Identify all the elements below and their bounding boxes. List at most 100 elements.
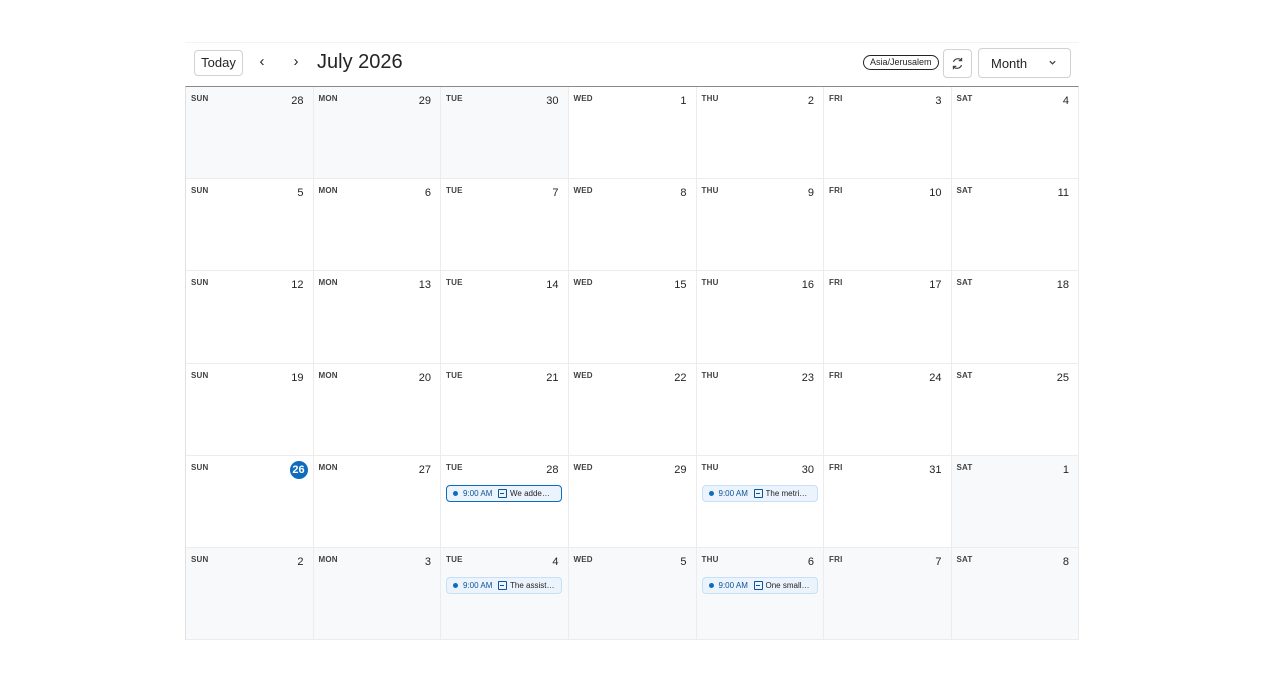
event-chip[interactable]: 9:00 AM One small… xyxy=(701,577,818,594)
date-number[interactable]: 19 xyxy=(291,372,303,384)
day-cell[interactable]: SAT 4 xyxy=(951,87,1079,180)
date-number[interactable]: 1 xyxy=(1063,464,1069,476)
day-cell[interactable]: THU 16 xyxy=(696,271,824,364)
date-number[interactable]: 4 xyxy=(1063,95,1069,107)
date-number[interactable]: 5 xyxy=(297,187,303,199)
weekday-label: WED xyxy=(573,94,593,103)
chevron-left-icon[interactable]: ‹ xyxy=(252,52,272,72)
day-cell[interactable]: WED 29 xyxy=(568,455,697,548)
day-cell[interactable]: TUE 30 xyxy=(441,87,569,180)
date-number[interactable]: 8 xyxy=(680,187,686,199)
day-cell[interactable]: TUE 7 xyxy=(441,179,569,272)
date-number[interactable]: 23 xyxy=(802,372,814,384)
date-number[interactable]: 30 xyxy=(802,464,814,476)
date-number[interactable]: 31 xyxy=(929,464,941,476)
event-title: The assist… xyxy=(510,581,555,590)
date-number[interactable]: 16 xyxy=(802,279,814,291)
date-number[interactable]: 14 xyxy=(546,279,558,291)
date-number[interactable]: 22 xyxy=(674,372,686,384)
day-cell[interactable]: FRI 24 xyxy=(824,363,952,456)
weekday-label: THU xyxy=(701,94,719,103)
day-cell[interactable]: FRI 10 xyxy=(824,179,952,272)
date-number[interactable]: 28 xyxy=(546,464,558,476)
timezone-badge: Asia/Jerusalem xyxy=(863,55,939,70)
date-number[interactable]: 30 xyxy=(546,95,558,107)
day-cell[interactable]: SAT 1 xyxy=(951,455,1079,548)
event-chip[interactable]: 9:00 AM We adde… xyxy=(446,484,562,502)
date-number[interactable]: 20 xyxy=(419,372,431,384)
date-number[interactable]: 18 xyxy=(1057,279,1069,291)
day-cell[interactable]: MON 13 xyxy=(313,271,441,364)
date-number[interactable]: 6 xyxy=(425,187,431,199)
chevron-right-icon[interactable]: › xyxy=(286,52,306,72)
date-number[interactable]: 10 xyxy=(929,187,941,199)
day-cell[interactable]: FRI 7 xyxy=(824,548,952,641)
day-cell[interactable]: SUN 5 xyxy=(186,179,314,272)
day-cell[interactable]: WED 5 xyxy=(568,548,697,641)
day-cell[interactable]: TUE 14 xyxy=(441,271,569,364)
day-cell[interactable]: FRI 3 xyxy=(824,87,952,180)
date-number[interactable]: 1 xyxy=(680,95,686,107)
today-date-number[interactable]: 26 xyxy=(289,460,308,479)
date-number[interactable]: 2 xyxy=(808,95,814,107)
day-cell[interactable]: WED 1 xyxy=(568,87,697,180)
day-cell[interactable]: MON 27 xyxy=(313,455,441,548)
date-number[interactable]: 11 xyxy=(1058,187,1069,199)
date-number[interactable]: 21 xyxy=(546,372,558,384)
day-cell[interactable]: MON 3 xyxy=(313,548,441,641)
date-number[interactable]: 17 xyxy=(929,279,941,291)
day-cell[interactable]: SAT 25 xyxy=(951,363,1079,456)
date-number[interactable]: 27 xyxy=(419,464,431,476)
refresh-button[interactable] xyxy=(943,49,972,78)
day-cell[interactable]: THU 23 xyxy=(696,363,824,456)
date-number[interactable]: 7 xyxy=(552,187,558,199)
day-cell[interactable]: THU 6 9:00 AM One small… xyxy=(696,548,824,641)
day-cell[interactable]: MON 20 xyxy=(313,363,441,456)
date-number[interactable]: 2 xyxy=(297,556,303,568)
date-number[interactable]: 5 xyxy=(680,556,686,568)
day-cell[interactable]: FRI 31 xyxy=(824,455,952,548)
day-cell[interactable]: SUN 12 xyxy=(186,271,314,364)
date-number[interactable]: 6 xyxy=(808,556,814,568)
day-cell[interactable]: THU 2 xyxy=(696,87,824,180)
date-number[interactable]: 3 xyxy=(425,556,431,568)
day-cell[interactable]: WED 22 xyxy=(568,363,697,456)
date-number[interactable]: 4 xyxy=(552,556,558,568)
day-cell[interactable]: WED 15 xyxy=(568,271,697,364)
day-cell[interactable]: TUE 4 9:00 AM The assist… xyxy=(441,548,569,641)
day-cell[interactable]: SAT 8 xyxy=(951,548,1079,641)
day-cell[interactable]: SUN 19 xyxy=(186,363,314,456)
weekday-label: SUN xyxy=(191,186,209,196)
day-cell[interactable]: FRI 17 xyxy=(824,271,952,364)
day-cell[interactable]: TUE 21 xyxy=(441,363,569,456)
date-number[interactable]: 9 xyxy=(808,187,814,199)
day-cell[interactable]: MON 29 xyxy=(313,87,441,180)
date-number[interactable]: 7 xyxy=(935,556,941,568)
date-number[interactable]: 29 xyxy=(419,95,431,107)
weekday-label: FRI xyxy=(829,94,843,103)
date-number[interactable]: 12 xyxy=(291,279,303,291)
date-number[interactable]: 3 xyxy=(935,95,941,107)
event-chip[interactable]: 9:00 AM The assist… xyxy=(446,577,562,594)
day-cell[interactable]: TUE 28 9:00 AM We adde… xyxy=(441,455,569,548)
day-cell[interactable]: SUN 26 xyxy=(186,455,314,548)
date-number[interactable]: 29 xyxy=(674,464,686,476)
date-number[interactable]: 24 xyxy=(929,372,941,384)
event-chip[interactable]: 9:00 AM The metri… xyxy=(701,484,818,502)
date-number[interactable]: 15 xyxy=(674,279,686,291)
day-cell[interactable]: SUN 2 xyxy=(186,548,314,641)
day-cell[interactable]: SAT 18 xyxy=(951,271,1079,364)
date-number[interactable]: 25 xyxy=(1057,372,1069,384)
date-number[interactable]: 28 xyxy=(291,95,303,107)
today-button[interactable]: Today xyxy=(194,50,243,76)
day-cell[interactable]: SUN 28 xyxy=(186,87,314,180)
day-cell[interactable]: THU 9 xyxy=(696,179,824,272)
day-cell[interactable]: MON 6 xyxy=(313,179,441,272)
weekday-label: FRI xyxy=(829,370,843,380)
day-cell[interactable]: WED 8 xyxy=(568,179,697,272)
day-cell[interactable]: THU 30 9:00 AM The metri… xyxy=(696,455,824,548)
view-select[interactable]: Month xyxy=(978,48,1071,78)
date-number[interactable]: 13 xyxy=(419,279,431,291)
day-cell[interactable]: SAT 11 xyxy=(951,179,1079,272)
date-number[interactable]: 8 xyxy=(1063,556,1069,568)
